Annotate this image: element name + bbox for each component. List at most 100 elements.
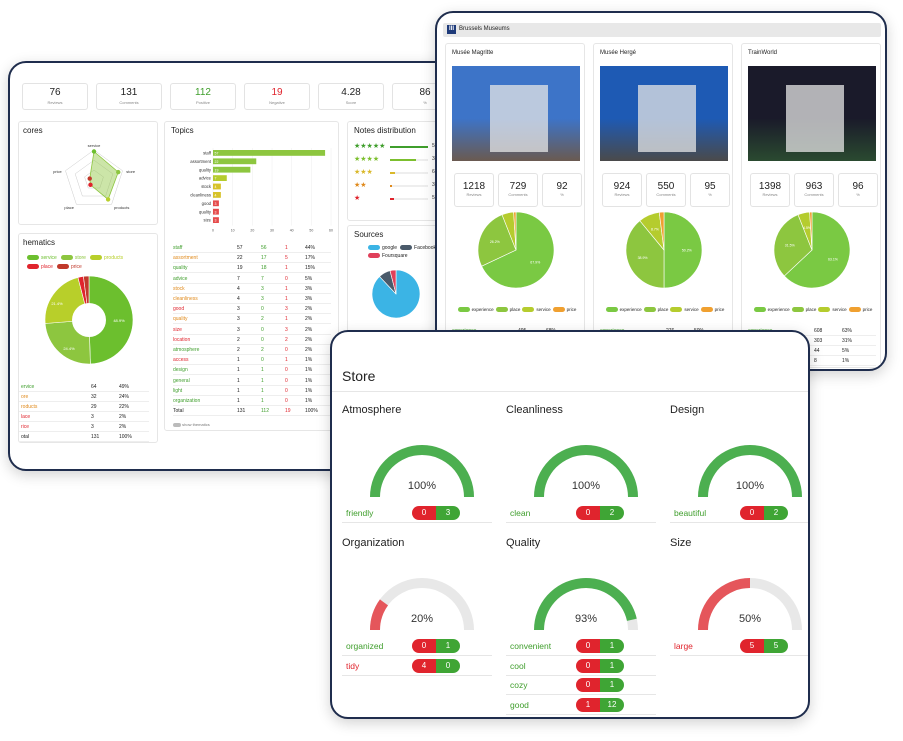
museum-kpi-label: Reviews <box>466 192 482 197</box>
gauge-item-pill[interactable]: 01 <box>576 639 624 653</box>
row-pct: 1% <box>842 358 850 364</box>
museum-kpi-value: 729 <box>509 181 527 192</box>
gauge-chart: 93% <box>534 578 638 630</box>
legend-label: Facebook <box>414 245 436 251</box>
row-name: quality <box>173 265 188 272</box>
table-row: quality 19 18 1 15% <box>173 263 331 274</box>
topics-bar-chart: 0 10 20 30 40 50 60staff 57assortment 22quality 1… <box>190 148 333 233</box>
y-tick-label: size <box>204 218 212 223</box>
row-pct: 31% <box>842 338 853 344</box>
donut-label: 24.4% <box>63 346 75 351</box>
row-count: 131 <box>91 434 100 440</box>
gauge-item-pill[interactable]: 40 <box>412 658 460 673</box>
legend-item[interactable]: google <box>368 244 397 252</box>
scores-card: cores service store products place price <box>18 121 158 225</box>
row-negative: 0 <box>285 387 288 394</box>
museum-kpi-value: 963 <box>805 181 823 192</box>
gauge-chart: 20% <box>370 578 474 630</box>
legend-item[interactable]: place <box>495 306 520 313</box>
row-name: size <box>173 326 182 333</box>
museum-card: Musée Magritte 1218 Reviews 729 Comments 92% 6… <box>445 43 585 368</box>
legend-label: experience <box>619 307 642 312</box>
museum-card: TrainWorld 1398 Reviews 963 Comments 96% 63.1%… <box>741 43 881 368</box>
gauge-item-pill[interactable]: 01 <box>576 658 624 673</box>
gauge-item-pill[interactable]: 55 <box>740 639 788 653</box>
legend-item[interactable]: experience <box>457 306 494 313</box>
table-row: access 1 0 1 1% <box>173 355 331 366</box>
row-name: general <box>173 377 190 384</box>
y-tick-label: advice <box>199 176 212 181</box>
legend-label: store <box>74 255 86 261</box>
notes-track <box>390 146 428 148</box>
legend-item[interactable]: price <box>700 306 725 313</box>
stars-icon: ★★★★ <box>354 156 380 163</box>
legend-item[interactable]: Foursquare <box>368 252 408 260</box>
legend-item[interactable]: store <box>60 254 86 263</box>
gauge-item-pill[interactable]: 02 <box>576 506 624 520</box>
negative-count: 0 <box>576 658 600 673</box>
y-tick-label: good <box>202 201 212 206</box>
y-tick-label: assortment <box>190 159 212 164</box>
legend-label: price <box>714 307 725 312</box>
thematics-table: ervice 64 49% ore 32 24% roducts 29 22% lace 3 2% ri… <box>19 382 149 442</box>
row-count: 44 <box>814 348 820 354</box>
show-thematics-toggle[interactable]: show thematics <box>173 422 210 427</box>
gauge-item-pill[interactable]: 01 <box>412 639 460 653</box>
bar-value-label: 22 <box>215 160 219 164</box>
radar-point <box>116 169 121 175</box>
x-tick-label: 20 <box>250 229 254 233</box>
row-pct: 17% <box>305 255 316 262</box>
row-pct: 5% <box>305 275 313 282</box>
legend-item[interactable]: experience <box>605 306 642 313</box>
row-positive: 1 <box>261 398 264 404</box>
legend-label: service <box>684 307 699 312</box>
notes-row: ★★★★34 <box>354 155 440 165</box>
row-total: 1 <box>237 398 240 404</box>
legend-item[interactable]: service <box>818 306 847 313</box>
negative-count: 0 <box>740 506 764 520</box>
legend-item[interactable]: service <box>522 306 551 313</box>
legend-swatch <box>457 307 470 313</box>
legend-item[interactable]: place <box>643 306 668 313</box>
legend-item[interactable]: products <box>89 254 123 263</box>
gauge-item-label: beautiful <box>674 508 707 518</box>
table-row: atmosphere 2 2 0 2% <box>173 345 331 355</box>
gauge-item-pill[interactable]: 01 <box>576 678 624 692</box>
legend-item[interactable]: service <box>670 306 699 313</box>
kpi-value: 19 <box>271 87 283 98</box>
row-negative: 0 <box>285 275 288 282</box>
row-positive: 2 <box>261 316 264 323</box>
table-row: stock 4 3 1 3% <box>173 284 331 294</box>
gauge-item-pill[interactable]: 1 12 <box>576 697 624 712</box>
legend-label: experience <box>767 307 790 312</box>
gauge-item-separator <box>670 655 808 656</box>
row-name: advice <box>173 275 188 282</box>
row-positive: 0 <box>261 336 264 343</box>
legend-item[interactable]: price <box>552 306 576 313</box>
legend-item[interactable]: experience <box>753 306 790 313</box>
gauge-item-pill[interactable]: 02 <box>740 506 788 520</box>
kpi-value: 76 <box>49 87 61 98</box>
legend-item[interactable]: service <box>27 254 57 263</box>
table-row: lace 3 2% <box>19 412 149 422</box>
legend-item[interactable]: Facebook <box>400 244 436 252</box>
museum-pie-label: 67.9% <box>530 261 540 265</box>
topics-title: Topics <box>171 126 194 135</box>
gauge-item-pill[interactable]: 03 <box>412 506 460 520</box>
negative-count: 0 <box>576 639 600 653</box>
legend-label: google <box>382 245 398 251</box>
row-name: otal <box>21 434 30 440</box>
museums-header: III Brussels Museums <box>443 23 881 37</box>
museum-kpi: 96% <box>838 173 878 207</box>
bar-value-label: 3 <box>215 219 217 223</box>
legend-item[interactable]: place <box>791 306 816 313</box>
kpi-label: Negative <box>269 100 285 105</box>
legend-item[interactable]: price <box>848 306 872 313</box>
museum-pie-label: 26.2% <box>490 240 500 244</box>
gauge-chart: 100% <box>370 445 474 497</box>
row-pct: 1% <box>305 367 313 374</box>
thematics-donut: 48.9% 24.4% 21.4% <box>44 275 134 365</box>
row-total: 2 <box>237 347 240 353</box>
positive-count: 1 <box>600 639 624 653</box>
row-name: ervice <box>21 384 35 390</box>
